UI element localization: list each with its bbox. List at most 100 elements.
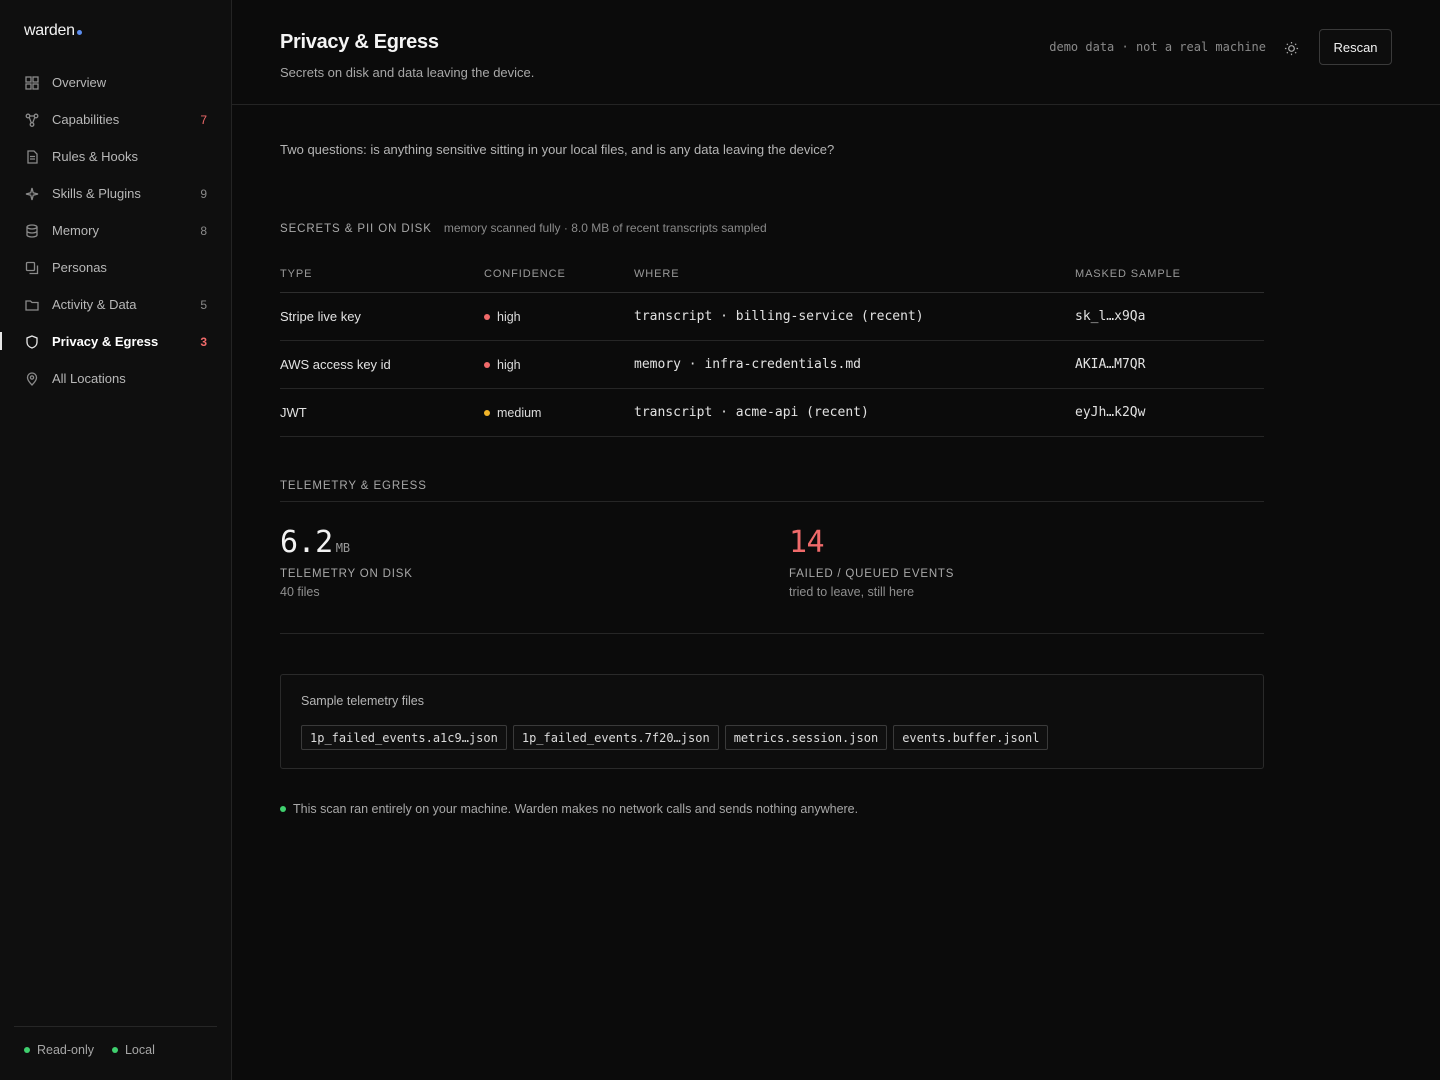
- file-chip[interactable]: 1p_failed_events.a1c9…json: [301, 725, 507, 750]
- stat-sub: tried to leave, still here: [789, 585, 915, 599]
- secret-confidence: high: [484, 340, 634, 389]
- section-note: memory scanned fully · 8.0 MB of recent …: [443, 221, 767, 235]
- failed-events-stat: 14 Failed / queued events tried to leave…: [789, 525, 954, 599]
- sidebar-item-badge: 3: [200, 334, 207, 349]
- sidebar-item-memory[interactable]: Memory 8: [0, 212, 231, 249]
- secret-location: memory · infra-credentials.md: [634, 340, 1075, 389]
- sidebar-item-label: Activity & Data: [52, 297, 137, 312]
- secret-type: JWT: [280, 388, 484, 437]
- shield-icon: [24, 334, 40, 350]
- stat-label: Telemetry on disk: [280, 568, 413, 580]
- telemetry-section-header: Telemetry & Egress: [280, 480, 427, 492]
- sidebar-item-label: Skills & Plugins: [52, 186, 141, 201]
- sidebar-item-badge: 9: [200, 186, 207, 201]
- telemetry-on-disk-stat: 6.2 MB Telemetry on disk 40 files: [280, 525, 413, 599]
- database-icon: [24, 223, 40, 239]
- secret-location: transcript · acme-api (recent): [634, 388, 1075, 437]
- sidebar-item-badge: 8: [200, 223, 207, 238]
- column-header-confidence: Confidence: [484, 257, 634, 293]
- sidebar-item-label: Rules & Hooks: [52, 149, 138, 164]
- column-header-masked-sample: Masked sample: [1075, 257, 1264, 293]
- sidebar-item-activity-data[interactable]: Activity & Data 5: [0, 286, 231, 323]
- sidebar-item-label: Memory: [52, 223, 99, 238]
- sidebar-item-skills-plugins[interactable]: Skills & Plugins 9: [0, 175, 231, 212]
- sun-icon: [1284, 41, 1298, 55]
- main-content: Privacy & Egress Secrets on disk and dat…: [232, 0, 1440, 1080]
- page-subtitle: Secrets on disk and data leaving the dev…: [280, 65, 535, 80]
- file-chip[interactable]: metrics.session.json: [724, 725, 888, 750]
- table-row[interactable]: AWS access key id high memory · infra-cr…: [280, 340, 1264, 389]
- status-dot-icon: [111, 1047, 118, 1053]
- confidence-label: high: [497, 309, 521, 324]
- card-title: Sample telemetry files: [301, 694, 424, 708]
- confidence-dot-icon: [484, 361, 490, 368]
- sample-telemetry-files-card: Sample telemetry files 1p_failed_events.…: [280, 674, 1264, 769]
- sidebar-item-badge: 5: [200, 297, 207, 312]
- sidebar-footer: Read-only Local: [14, 1026, 217, 1057]
- confidence-dot-icon: [484, 409, 490, 416]
- sidebar-item-rules-hooks[interactable]: Rules & Hooks: [0, 138, 231, 175]
- sidebar-item-capabilities[interactable]: Capabilities 7: [0, 101, 231, 138]
- stat-unit: MB: [335, 541, 351, 555]
- sidebar-item-label: Personas: [52, 260, 107, 275]
- location-pin-icon: [24, 371, 40, 387]
- demo-data-note: demo data · not a real machine: [1049, 40, 1266, 54]
- branch-icon: [24, 112, 40, 128]
- masked-sample: eyJh…k2Qw: [1075, 388, 1264, 437]
- masked-sample: sk_l…x9Qa: [1075, 292, 1264, 341]
- column-header-where: Where: [634, 257, 1075, 293]
- readonly-status: Read-only: [24, 1043, 94, 1057]
- brand-name: warden: [24, 22, 75, 39]
- folder-icon: [24, 297, 40, 313]
- persona-icon: [24, 260, 40, 276]
- brand-dot: [76, 30, 82, 35]
- section-title: Secrets & PII on disk: [280, 223, 432, 235]
- intro-text: Two questions: is anything sensitive sit…: [280, 142, 835, 157]
- status-dot-icon: [280, 806, 286, 812]
- sidebar-item-label: Privacy & Egress: [52, 334, 159, 349]
- sidebar: warden Overview Capabilities 7 Rules & H…: [0, 0, 232, 1080]
- confidence-dot-icon: [484, 313, 490, 320]
- sidebar-item-label: All Locations: [52, 371, 126, 386]
- rescan-button[interactable]: Rescan: [1319, 29, 1392, 65]
- local-label: Local: [124, 1043, 155, 1057]
- file-chip[interactable]: events.buffer.jsonl: [893, 725, 1049, 750]
- confidence-label: high: [497, 357, 521, 372]
- stat-value: 6.2: [280, 525, 333, 560]
- secrets-section-header: Secrets & PII on disk memory scanned ful…: [280, 221, 767, 235]
- theme-toggle-button[interactable]: [1282, 39, 1300, 57]
- sidebar-item-overview[interactable]: Overview: [0, 64, 231, 101]
- readonly-label: Read-only: [37, 1043, 94, 1057]
- page-header: Privacy & Egress Secrets on disk and dat…: [232, 0, 1440, 105]
- stat-value: 14: [789, 525, 825, 560]
- sidebar-nav: Overview Capabilities 7 Rules & Hooks Sk…: [0, 64, 231, 397]
- column-header-type: Type: [280, 257, 484, 293]
- secret-type: AWS access key id: [280, 340, 484, 389]
- masked-sample: AKIA…M7QR: [1075, 340, 1264, 389]
- local-status: Local: [111, 1043, 155, 1057]
- brand-logo[interactable]: warden: [24, 22, 82, 40]
- status-dot-icon: [24, 1047, 30, 1053]
- page-title: Privacy & Egress: [280, 31, 439, 53]
- confidence-label: medium: [497, 405, 542, 420]
- sidebar-item-label: Capabilities: [52, 112, 120, 127]
- local-scan-note-text: This scan ran entirely on your machine. …: [293, 802, 859, 816]
- sidebar-item-personas[interactable]: Personas: [0, 249, 231, 286]
- table-header-row: Type Confidence Where Masked sample: [280, 257, 1264, 293]
- sidebar-item-badge: 7: [200, 112, 207, 127]
- sidebar-item-privacy-egress[interactable]: Privacy & Egress 3: [0, 323, 231, 360]
- sidebar-item-label: Overview: [52, 75, 107, 90]
- table-row[interactable]: Stripe live key high transcript · billin…: [280, 292, 1264, 341]
- divider: [280, 501, 1264, 502]
- stat-sub: 40 files: [280, 585, 320, 599]
- grid-icon: [24, 75, 40, 91]
- sparkle-icon: [24, 186, 40, 202]
- secret-confidence: medium: [484, 388, 634, 437]
- file-chip-list: 1p_failed_events.a1c9…json 1p_failed_eve…: [301, 725, 1049, 750]
- document-icon: [24, 149, 40, 165]
- sidebar-item-all-locations[interactable]: All Locations: [0, 360, 231, 397]
- file-chip[interactable]: 1p_failed_events.7f20…json: [512, 725, 719, 750]
- secret-type: Stripe live key: [280, 292, 484, 341]
- secret-location: transcript · billing-service (recent): [634, 292, 1075, 341]
- table-row[interactable]: JWT medium transcript · acme-api (recent…: [280, 388, 1264, 437]
